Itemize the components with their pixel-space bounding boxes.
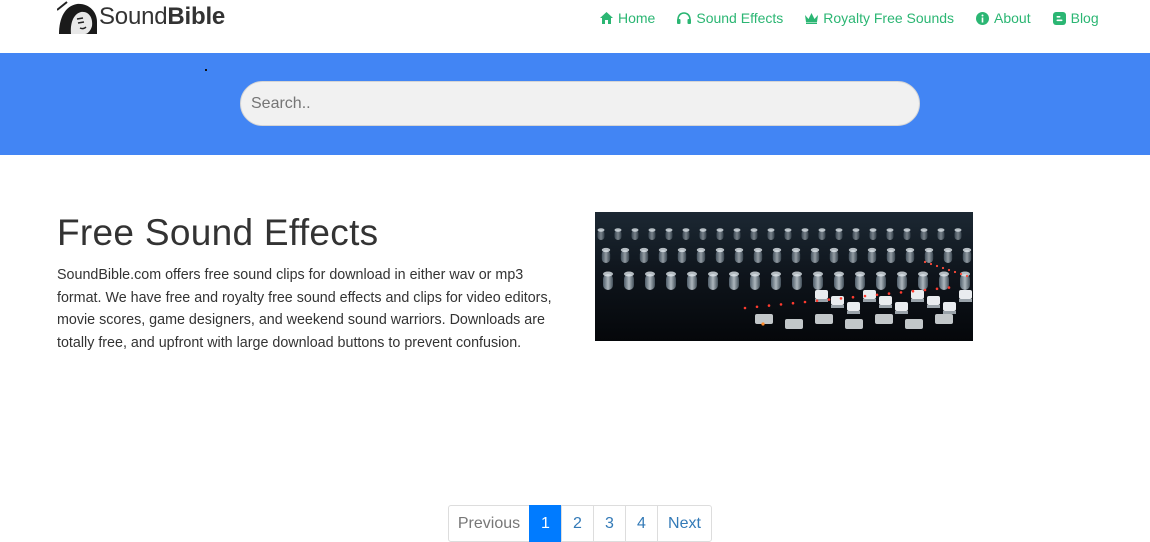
nav-blog[interactable]: Blog — [1052, 9, 1099, 27]
nav-about-label: About — [994, 10, 1031, 26]
page-4-button[interactable]: 4 — [625, 505, 658, 542]
page-description: SoundBible.com offers free sound clips f… — [57, 267, 552, 351]
logo-text-bold: Bible — [167, 3, 226, 30]
next-page-button[interactable]: Next — [657, 505, 712, 542]
page-title: Free Sound Effects — [57, 212, 379, 253]
nav-home-label: Home — [618, 10, 656, 26]
crown-icon — [805, 12, 819, 24]
blogger-icon — [1052, 11, 1066, 25]
pagination: Previous 1 2 3 4 Next — [448, 505, 712, 542]
logo-text-light: Sound — [99, 3, 168, 30]
headset-icon — [677, 12, 692, 24]
nav-home[interactable]: Home — [600, 9, 655, 27]
nav-blog-label: Blog — [1070, 10, 1099, 26]
mixing-console-image — [595, 212, 973, 341]
nav-sound-effects[interactable]: Sound Effects — [677, 9, 783, 27]
nav-royalty-free-sounds[interactable]: Royalty Free Sounds — [805, 9, 954, 27]
search-banner — [0, 53, 1150, 155]
logo-face-icon — [57, 0, 97, 34]
site-logo[interactable]: SoundBible — [57, 0, 225, 34]
site-header: SoundBible Home Sound Effects Royalty Fr… — [0, 0, 1150, 53]
banner-dot — [205, 69, 207, 71]
page-2-button[interactable]: 2 — [561, 505, 594, 542]
home-icon — [600, 12, 613, 24]
page-3-button[interactable]: 3 — [593, 505, 626, 542]
previous-page-button[interactable]: Previous — [448, 505, 530, 542]
page-1-button[interactable]: 1 — [529, 505, 562, 542]
nav-about[interactable]: About — [976, 9, 1031, 27]
search-input[interactable] — [240, 81, 920, 126]
info-circle-icon — [976, 11, 990, 25]
nav-royalty-free-label: Royalty Free Sounds — [823, 10, 955, 26]
nav-sound-effects-label: Sound Effects — [696, 10, 784, 26]
main-nav: Home Sound Effects Royalty Free Sounds A… — [600, 9, 1099, 27]
